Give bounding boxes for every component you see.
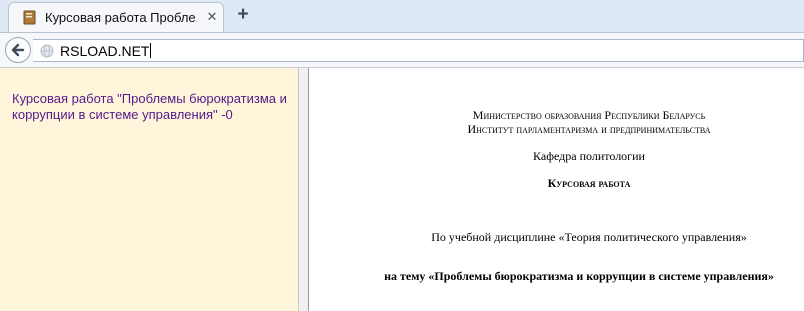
document-title-link[interactable]: Курсовая работа "Проблемы бюрократизма и… bbox=[12, 91, 292, 123]
browser-tab[interactable]: Курсовая работа Пробле... ✕ bbox=[8, 2, 224, 32]
sidebar-pane: Курсовая работа "Проблемы бюрократизма и… bbox=[0, 68, 298, 311]
tab-strip: Курсовая работа Пробле... ✕ + bbox=[0, 0, 804, 32]
discipline-line: По учебной дисциплине «Теория политическ… bbox=[431, 230, 747, 244]
navigation-bar: RSLOAD.NET bbox=[0, 32, 804, 68]
institute-line: Институт парламентаризма и предпринимате… bbox=[467, 122, 711, 136]
ministry-line: Министерство образования Республики Бела… bbox=[472, 108, 706, 122]
document-favicon-icon bbox=[23, 10, 37, 25]
document-view: Министерство образования Республики Бела… bbox=[309, 68, 804, 311]
text-caret bbox=[150, 43, 152, 58]
tab-title: Курсовая работа Пробле... bbox=[45, 10, 197, 25]
url-input[interactable]: RSLOAD.NET bbox=[60, 43, 152, 59]
address-bar[interactable]: RSLOAD.NET bbox=[33, 39, 804, 62]
close-icon[interactable]: ✕ bbox=[203, 8, 221, 26]
new-tab-button[interactable]: + bbox=[232, 4, 254, 26]
department-line: Кафедра политологии bbox=[533, 149, 645, 163]
back-button[interactable] bbox=[5, 37, 31, 63]
work-type-heading: Курсовая работа bbox=[547, 176, 631, 190]
back-arrow-icon bbox=[11, 43, 25, 57]
topic-line: на тему «Проблемы бюрократизма и коррупц… bbox=[384, 269, 774, 283]
globe-icon bbox=[40, 44, 54, 58]
